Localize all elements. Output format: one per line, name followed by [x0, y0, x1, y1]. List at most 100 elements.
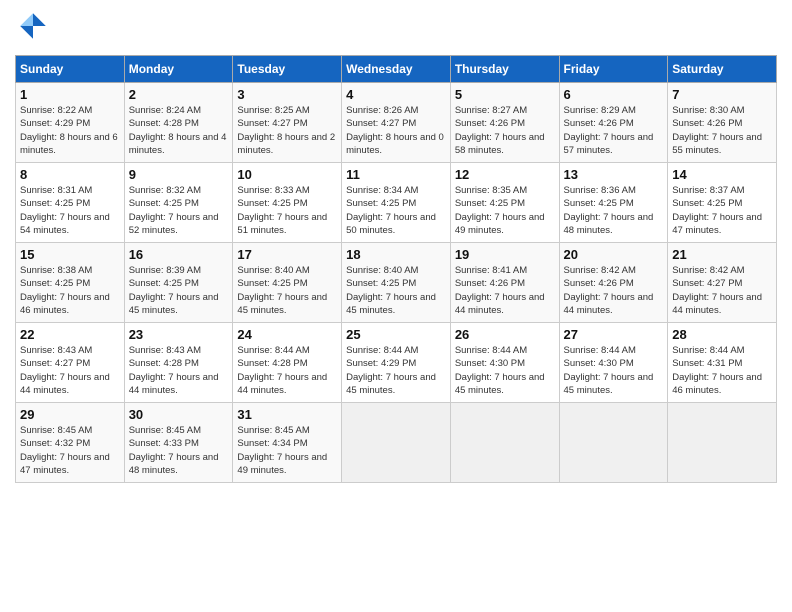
day-detail: Sunrise: 8:45 AMSunset: 4:34 PMDaylight:…: [237, 424, 337, 477]
day-number: 17: [237, 247, 337, 262]
calendar-day-cell: 15 Sunrise: 8:38 AMSunset: 4:25 PMDaylig…: [16, 243, 125, 323]
day-number: 18: [346, 247, 446, 262]
day-detail: Sunrise: 8:41 AMSunset: 4:26 PMDaylight:…: [455, 264, 555, 317]
page-header: [15, 10, 777, 47]
calendar-day-cell: 19 Sunrise: 8:41 AMSunset: 4:26 PMDaylig…: [450, 243, 559, 323]
day-detail: Sunrise: 8:30 AMSunset: 4:26 PMDaylight:…: [672, 104, 772, 157]
day-detail: Sunrise: 8:42 AMSunset: 4:27 PMDaylight:…: [672, 264, 772, 317]
calendar-day-cell: [559, 403, 668, 483]
day-number: 25: [346, 327, 446, 342]
day-detail: Sunrise: 8:44 AMSunset: 4:31 PMDaylight:…: [672, 344, 772, 397]
calendar-day-cell: 28 Sunrise: 8:44 AMSunset: 4:31 PMDaylig…: [668, 323, 777, 403]
day-number: 9: [129, 167, 229, 182]
day-detail: Sunrise: 8:37 AMSunset: 4:25 PMDaylight:…: [672, 184, 772, 237]
day-number: 23: [129, 327, 229, 342]
calendar-day-cell: 31 Sunrise: 8:45 AMSunset: 4:34 PMDaylig…: [233, 403, 342, 483]
calendar-week-row: 1 Sunrise: 8:22 AMSunset: 4:29 PMDayligh…: [16, 83, 777, 163]
day-detail: Sunrise: 8:44 AMSunset: 4:30 PMDaylight:…: [455, 344, 555, 397]
weekday-header-cell: Tuesday: [233, 56, 342, 83]
calendar-day-cell: 4 Sunrise: 8:26 AMSunset: 4:27 PMDayligh…: [342, 83, 451, 163]
calendar-day-cell: 17 Sunrise: 8:40 AMSunset: 4:25 PMDaylig…: [233, 243, 342, 323]
day-detail: Sunrise: 8:26 AMSunset: 4:27 PMDaylight:…: [346, 104, 446, 157]
calendar-day-cell: 9 Sunrise: 8:32 AMSunset: 4:25 PMDayligh…: [124, 163, 233, 243]
day-number: 29: [20, 407, 120, 422]
day-detail: Sunrise: 8:40 AMSunset: 4:25 PMDaylight:…: [237, 264, 337, 317]
day-detail: Sunrise: 8:44 AMSunset: 4:29 PMDaylight:…: [346, 344, 446, 397]
day-detail: Sunrise: 8:31 AMSunset: 4:25 PMDaylight:…: [20, 184, 120, 237]
day-number: 5: [455, 87, 555, 102]
weekday-header-cell: Friday: [559, 56, 668, 83]
day-number: 26: [455, 327, 555, 342]
day-detail: Sunrise: 8:24 AMSunset: 4:28 PMDaylight:…: [129, 104, 229, 157]
calendar-week-row: 29 Sunrise: 8:45 AMSunset: 4:32 PMDaylig…: [16, 403, 777, 483]
calendar-day-cell: 12 Sunrise: 8:35 AMSunset: 4:25 PMDaylig…: [450, 163, 559, 243]
day-number: 3: [237, 87, 337, 102]
day-number: 15: [20, 247, 120, 262]
day-number: 16: [129, 247, 229, 262]
calendar-day-cell: 8 Sunrise: 8:31 AMSunset: 4:25 PMDayligh…: [16, 163, 125, 243]
weekday-header-row: SundayMondayTuesdayWednesdayThursdayFrid…: [16, 56, 777, 83]
day-detail: Sunrise: 8:32 AMSunset: 4:25 PMDaylight:…: [129, 184, 229, 237]
day-detail: Sunrise: 8:36 AMSunset: 4:25 PMDaylight:…: [564, 184, 664, 237]
day-number: 30: [129, 407, 229, 422]
calendar-body: 1 Sunrise: 8:22 AMSunset: 4:29 PMDayligh…: [16, 83, 777, 483]
weekday-header-cell: Saturday: [668, 56, 777, 83]
day-detail: Sunrise: 8:40 AMSunset: 4:25 PMDaylight:…: [346, 264, 446, 317]
calendar-week-row: 22 Sunrise: 8:43 AMSunset: 4:27 PMDaylig…: [16, 323, 777, 403]
day-number: 20: [564, 247, 664, 262]
calendar-day-cell: 3 Sunrise: 8:25 AMSunset: 4:27 PMDayligh…: [233, 83, 342, 163]
calendar-day-cell: 24 Sunrise: 8:44 AMSunset: 4:28 PMDaylig…: [233, 323, 342, 403]
day-detail: Sunrise: 8:34 AMSunset: 4:25 PMDaylight:…: [346, 184, 446, 237]
calendar-day-cell: 1 Sunrise: 8:22 AMSunset: 4:29 PMDayligh…: [16, 83, 125, 163]
day-detail: Sunrise: 8:45 AMSunset: 4:33 PMDaylight:…: [129, 424, 229, 477]
weekday-header-cell: Thursday: [450, 56, 559, 83]
calendar-day-cell: 16 Sunrise: 8:39 AMSunset: 4:25 PMDaylig…: [124, 243, 233, 323]
day-number: 31: [237, 407, 337, 422]
calendar-day-cell: 6 Sunrise: 8:29 AMSunset: 4:26 PMDayligh…: [559, 83, 668, 163]
day-number: 14: [672, 167, 772, 182]
calendar-day-cell: 18 Sunrise: 8:40 AMSunset: 4:25 PMDaylig…: [342, 243, 451, 323]
calendar-day-cell: 10 Sunrise: 8:33 AMSunset: 4:25 PMDaylig…: [233, 163, 342, 243]
day-detail: Sunrise: 8:22 AMSunset: 4:29 PMDaylight:…: [20, 104, 120, 157]
calendar-day-cell: 23 Sunrise: 8:43 AMSunset: 4:28 PMDaylig…: [124, 323, 233, 403]
calendar-day-cell: [450, 403, 559, 483]
day-number: 19: [455, 247, 555, 262]
day-number: 24: [237, 327, 337, 342]
day-number: 27: [564, 327, 664, 342]
day-number: 1: [20, 87, 120, 102]
day-number: 11: [346, 167, 446, 182]
day-number: 28: [672, 327, 772, 342]
calendar-day-cell: 30 Sunrise: 8:45 AMSunset: 4:33 PMDaylig…: [124, 403, 233, 483]
calendar-day-cell: 26 Sunrise: 8:44 AMSunset: 4:30 PMDaylig…: [450, 323, 559, 403]
calendar-day-cell: 20 Sunrise: 8:42 AMSunset: 4:26 PMDaylig…: [559, 243, 668, 323]
logo: [15, 10, 49, 47]
calendar-day-cell: 22 Sunrise: 8:43 AMSunset: 4:27 PMDaylig…: [16, 323, 125, 403]
day-number: 8: [20, 167, 120, 182]
calendar-day-cell: 5 Sunrise: 8:27 AMSunset: 4:26 PMDayligh…: [450, 83, 559, 163]
day-detail: Sunrise: 8:44 AMSunset: 4:30 PMDaylight:…: [564, 344, 664, 397]
day-number: 7: [672, 87, 772, 102]
day-number: 10: [237, 167, 337, 182]
day-number: 2: [129, 87, 229, 102]
day-number: 12: [455, 167, 555, 182]
day-detail: Sunrise: 8:27 AMSunset: 4:26 PMDaylight:…: [455, 104, 555, 157]
day-number: 13: [564, 167, 664, 182]
calendar-day-cell: 27 Sunrise: 8:44 AMSunset: 4:30 PMDaylig…: [559, 323, 668, 403]
day-detail: Sunrise: 8:25 AMSunset: 4:27 PMDaylight:…: [237, 104, 337, 157]
day-detail: Sunrise: 8:43 AMSunset: 4:28 PMDaylight:…: [129, 344, 229, 397]
calendar-day-cell: [668, 403, 777, 483]
calendar-day-cell: 29 Sunrise: 8:45 AMSunset: 4:32 PMDaylig…: [16, 403, 125, 483]
day-detail: Sunrise: 8:44 AMSunset: 4:28 PMDaylight:…: [237, 344, 337, 397]
day-detail: Sunrise: 8:29 AMSunset: 4:26 PMDaylight:…: [564, 104, 664, 157]
calendar-table: SundayMondayTuesdayWednesdayThursdayFrid…: [15, 55, 777, 483]
day-detail: Sunrise: 8:33 AMSunset: 4:25 PMDaylight:…: [237, 184, 337, 237]
weekday-header-cell: Monday: [124, 56, 233, 83]
day-detail: Sunrise: 8:45 AMSunset: 4:32 PMDaylight:…: [20, 424, 120, 477]
day-detail: Sunrise: 8:43 AMSunset: 4:27 PMDaylight:…: [20, 344, 120, 397]
weekday-header-cell: Sunday: [16, 56, 125, 83]
day-detail: Sunrise: 8:39 AMSunset: 4:25 PMDaylight:…: [129, 264, 229, 317]
weekday-header-cell: Wednesday: [342, 56, 451, 83]
calendar-day-cell: [342, 403, 451, 483]
day-detail: Sunrise: 8:42 AMSunset: 4:26 PMDaylight:…: [564, 264, 664, 317]
day-number: 6: [564, 87, 664, 102]
